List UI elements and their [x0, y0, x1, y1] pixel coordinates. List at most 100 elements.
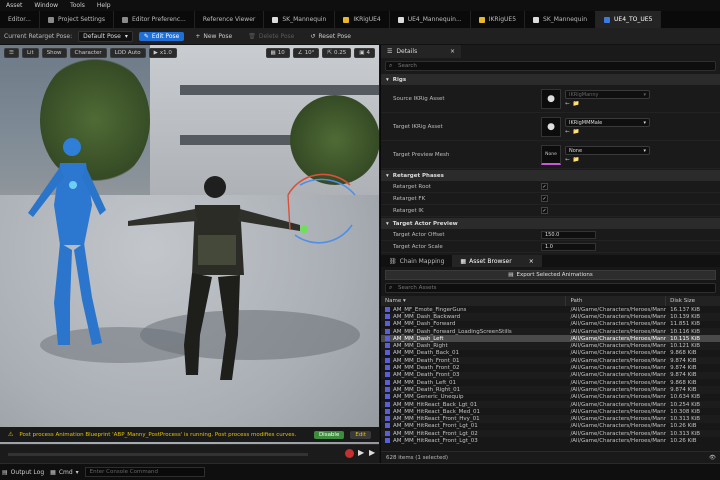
menu-window[interactable]: Window [28, 2, 64, 9]
asset-row[interactable]: AM_MM_HitReact_Front_Hvy_01/All/Game/Cha… [381, 415, 720, 423]
viewport[interactable]: ☰ Lit Show Character LOD Auto ▶ x1.0 ▦ 10 … [0, 45, 379, 463]
asset-row[interactable]: AM_MM_Dash_Backward/All/Game/Characters/… [381, 313, 720, 321]
close-icon[interactable]: × [450, 48, 455, 55]
asset-row[interactable]: AM_MM_HitReact_Front_Lgt_01/All/Game/Cha… [381, 423, 720, 430]
asset-row[interactable]: AM_MM_Death_Right_01/All/Game/Characters… [381, 386, 720, 394]
tab-ue4-to-ue5[interactable]: UE4_TO_UE5 [596, 11, 662, 28]
tab-ue4-mannequin[interactable]: UE4_Mannequin... [390, 11, 471, 28]
menu-help[interactable]: Help [91, 2, 117, 9]
asset-row[interactable]: AM_MM_Death_Left_01/All/Game/Characters/… [381, 379, 720, 386]
animation-sequence-icon [385, 430, 390, 436]
retarget-pose-dropdown[interactable]: Default Pose ▾ [78, 30, 133, 42]
tab-editor[interactable]: Editor... [0, 11, 40, 28]
asset-row[interactable]: AM_MM_HitReact_Front_Lgt_03/All/Game/Cha… [381, 437, 720, 444]
asset-row[interactable]: AM_MM_Death_Back_01/All/Game/Characters/… [381, 350, 720, 357]
rotation-gizmo[interactable] [287, 173, 356, 244]
browse-icon[interactable]: 📁 [573, 157, 580, 163]
retarget-ik-checkbox[interactable]: ✓ [541, 207, 548, 214]
tab-ikrig-ue5[interactable]: IKRigUE5 [471, 11, 526, 28]
asset-row[interactable]: AM_MM_Death_Front_01/All/Game/Characters… [381, 357, 720, 365]
viewport-options-button[interactable]: ☰ [4, 47, 19, 58]
output-log-button[interactable]: ▤ Output Log [2, 469, 44, 476]
reset-pose-button[interactable]: ↺ Reset Pose [305, 32, 356, 41]
target-ikrig-thumbnail[interactable]: ● [541, 116, 561, 137]
asset-row[interactable]: AM_MM_Dash_Left/All/Game/Characters/Hero… [381, 335, 720, 343]
asset-name: AM_MM_HitReact_Back_Med_01 [381, 408, 566, 415]
asset-row[interactable]: AM_MM_Dash_Right/All/Game/Characters/Her… [381, 342, 720, 350]
source-ikrig-combo[interactable]: IKRigManny ▾ [565, 90, 650, 99]
timeline-track[interactable] [8, 453, 308, 456]
disable-button[interactable]: Disable [313, 430, 345, 439]
source-ikrig-thumbnail[interactable]: ● [541, 88, 561, 109]
menu-tools[interactable]: Tools [64, 2, 91, 9]
playback-speed-button[interactable]: ▶ x1.0 [148, 47, 177, 58]
use-selected-icon[interactable]: ← [565, 157, 570, 163]
edit-pose-button[interactable]: ✎ Edit Pose [138, 31, 185, 41]
asset-row[interactable]: AM_MM_HitReact_Back_Lgt_01/All/Game/Char… [381, 400, 720, 409]
asset-path: /All/Game/Characters/Heroes/Mann [570, 357, 667, 364]
retarget-fk-checkbox[interactable]: ✓ [541, 195, 548, 202]
tab-sk-mannequin-1[interactable]: SK_Mannequin [264, 11, 336, 28]
character-button[interactable]: Character [69, 47, 107, 58]
column-name[interactable]: Name ▾ [381, 296, 567, 306]
show-button[interactable]: Show [41, 47, 67, 58]
console-input[interactable]: Enter Console Command [84, 467, 205, 477]
use-selected-icon[interactable]: ← [565, 129, 570, 135]
menu-asset[interactable]: Asset [0, 2, 28, 9]
tab-asset-browser[interactable]: ▦ Asset Browser × [452, 255, 542, 267]
lod-button[interactable]: LOD Auto [109, 47, 146, 58]
tab-chain-mapping[interactable]: ⛓ Chain Mapping [381, 255, 452, 267]
tab-editor-preferences[interactable]: Editor Preferenc... [114, 11, 195, 28]
tab-project-settings[interactable]: Project Settings [40, 11, 114, 28]
target-offset-input[interactable]: 150.0 [541, 230, 596, 239]
cmd-dropdown[interactable]: ▦ Cmd ▾ [50, 469, 79, 476]
asset-path: /All/Game/Characters/Heroes/Mann [570, 350, 667, 357]
asset-row[interactable]: AM_MM_HitReact_Back_Med_01/All/Game/Char… [381, 408, 720, 415]
play-icon[interactable]: ▶ [358, 448, 364, 457]
record-icon[interactable] [345, 449, 354, 458]
column-disk-size[interactable]: Disk Size [666, 296, 720, 306]
close-icon[interactable]: × [529, 258, 534, 265]
asset-row[interactable]: AM_MM_HitReact_Front_Lgt_02/All/Game/Cha… [381, 430, 720, 438]
terminal-icon: ▦ [50, 468, 56, 476]
section-rigs[interactable]: ▾ Rigs [381, 74, 720, 85]
browse-icon[interactable]: 📁 [573, 101, 580, 107]
edit-button[interactable]: Edit [350, 430, 371, 439]
tab-reference-viewer[interactable]: Reference Viewer [195, 11, 265, 28]
retarget-root-checkbox[interactable]: ✓ [541, 183, 548, 190]
view-options-icon[interactable]: 👁 [709, 455, 716, 461]
asset-row[interactable]: AM_MM_Dash_Forward_LoadingScreenStills/A… [381, 327, 720, 336]
target-scale-input[interactable]: 1.0 [541, 242, 596, 251]
forward-icon[interactable]: ▶ [369, 448, 375, 457]
asset-row[interactable]: AM_MM_Generic_Unequip/All/Game/Character… [381, 394, 720, 401]
asset-path: /All/Game/Characters/Heroes/Mann [570, 423, 667, 430]
translate-snap-button[interactable]: ▦ 10 [265, 47, 290, 58]
preview-mesh-combo[interactable]: None ▾ [565, 146, 650, 155]
source-mannequin[interactable] [28, 138, 106, 345]
tab-ikrig-ue4[interactable]: IKRigUE4 [335, 11, 390, 28]
delete-pose-button[interactable]: 🗑 Delete Pose [243, 32, 299, 41]
asset-row[interactable]: AM_MM_Death_Front_02/All/Game/Characters… [381, 364, 720, 371]
details-search-input[interactable]: Search [385, 61, 716, 71]
details-tab[interactable]: ☰ Details × [381, 45, 461, 58]
export-selected-animations-button[interactable]: ▤ Export Selected Animations [385, 270, 716, 280]
preview-mesh-thumbnail[interactable]: None [541, 144, 561, 165]
new-pose-button[interactable]: + New Pose [190, 32, 237, 41]
asset-search-input[interactable]: Search Assets [385, 283, 716, 293]
scale-snap-button[interactable]: ⇱ 0.25 [322, 47, 352, 58]
asset-row[interactable]: AM_MM_Dash_Forward/All/Game/Characters/H… [381, 321, 720, 328]
section-retarget-phases[interactable]: ▾ Retarget Phases [381, 170, 720, 181]
use-selected-icon[interactable]: ← [565, 101, 570, 107]
browse-icon[interactable]: 📁 [573, 129, 580, 135]
tab-sk-mannequin-2[interactable]: SK_Mannequin [525, 11, 597, 28]
camera-speed-button[interactable]: ▣ 4 [354, 47, 375, 58]
section-target-actor-preview[interactable]: ▾ Target Actor Preview [381, 218, 720, 229]
rotate-snap-button[interactable]: ∠ 10° [292, 47, 320, 58]
column-path[interactable]: Path [566, 296, 667, 306]
animation-sequence-icon [385, 423, 390, 429]
target-ikrig-combo[interactable]: IKRigMMMale ▾ [565, 118, 650, 127]
asset-row[interactable]: AM_MM_Death_Front_03/All/Game/Characters… [381, 371, 720, 379]
asset-row[interactable]: AM_MF_Emote_FingerGuns/All/Game/Characte… [381, 306, 720, 313]
asset-disk-size: 10.121 KiB [670, 343, 701, 350]
lit-mode-button[interactable]: Lit [21, 47, 39, 58]
